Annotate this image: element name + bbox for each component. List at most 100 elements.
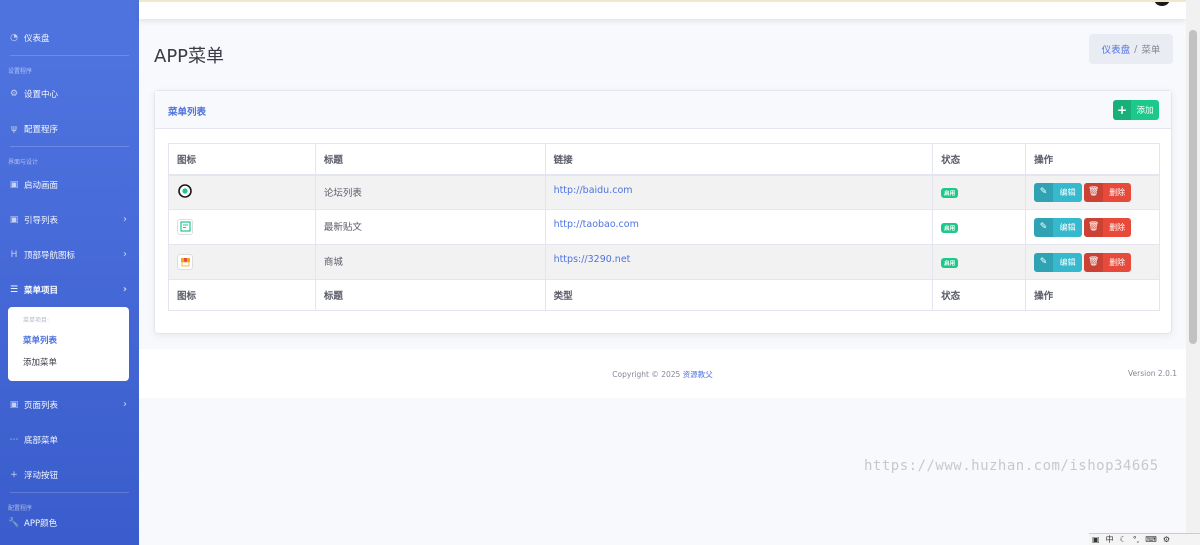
column-header-title[interactable]: 标题: [314, 143, 546, 176]
page-title: APP菜单: [154, 46, 225, 67]
edit-button[interactable]: ✎ 编辑: [1034, 217, 1083, 237]
sidebar-item-label: 配置程序: [24, 124, 59, 135]
sidebar-item-label: 设置中心: [24, 89, 59, 100]
sidebar-item-label: 底部菜单: [24, 435, 59, 446]
row-link[interactable]: https://3290.net: [544, 244, 934, 280]
row-status-cell: 启用: [932, 244, 1027, 280]
card-header: 菜单列表 + 添加: [155, 91, 1171, 129]
sidebar-item-app-colors[interactable]: 🔧 APP颜色: [0, 513, 139, 533]
row-icon-cell: [168, 244, 316, 280]
column-header-link[interactable]: 链接: [544, 143, 934, 176]
copyright: Copyright © 2025 资源教父: [139, 369, 1186, 380]
sidebar-item-config[interactable]: ψ 配置程序: [0, 111, 139, 146]
row-link[interactable]: http://taobao.com: [544, 209, 934, 245]
edit-button[interactable]: ✎ 编辑: [1034, 182, 1083, 202]
card-title: 菜单列表: [168, 107, 207, 118]
sidebar-item-float-button[interactable]: + 浮动按钮: [0, 457, 139, 492]
delete-button[interactable]: 🗑 删除: [1084, 217, 1132, 237]
breadcrumb-separator: /: [1134, 43, 1138, 55]
copy-icon: ▣: [9, 214, 19, 225]
breadcrumb: 仪表盘 / 菜单: [1089, 34, 1173, 64]
ime-moon-icon[interactable]: ☾: [1120, 535, 1127, 544]
column-header-actions[interactable]: 操作: [1025, 143, 1160, 176]
delete-button-label: 删除: [1109, 187, 1126, 197]
edit-button-label: 编辑: [1059, 222, 1076, 232]
sidebar-item-label: 页面列表: [24, 400, 59, 411]
shop-icon: [177, 253, 193, 270]
pencil-icon: ✎: [1034, 217, 1054, 237]
submenu-item-add-menu[interactable]: 添加菜单: [8, 352, 129, 374]
sidebar-item-splash[interactable]: ▣ 启动画面: [0, 167, 139, 202]
row-title: 最新贴文: [314, 209, 546, 245]
sidebar-item-menu-items[interactable]: ☰ 菜单项目 ›: [0, 272, 139, 307]
sidebar-heading: 配置程序: [8, 505, 33, 512]
delete-button-label: 删除: [1109, 257, 1126, 267]
row-actions-cell: ✎ 编辑 🗑 删除: [1025, 209, 1160, 245]
status-badge: 启用: [941, 187, 959, 198]
edit-button[interactable]: ✎ 编辑: [1034, 252, 1083, 272]
sidebar-item-top-nav-icons[interactable]: H 顶部导航图标 ›: [0, 237, 139, 272]
cogs-icon: ⚙: [9, 88, 19, 99]
ime-settings-icon[interactable]: ⚙: [1163, 535, 1170, 544]
ime-mode-icon[interactable]: ▣: [1092, 535, 1100, 544]
sidebar-item-label: 浮动按钮: [24, 470, 59, 481]
row-actions-cell: ✎ 编辑 🗑 删除: [1025, 174, 1160, 210]
chevron-right-icon: ›: [123, 249, 127, 260]
copy-icon: ▣: [9, 399, 19, 410]
row-link[interactable]: http://baidu.com: [544, 174, 934, 210]
copyright-text: Copyright © 2025: [612, 370, 681, 379]
pencil-icon: ✎: [1034, 182, 1054, 202]
trash-icon: 🗑: [1084, 182, 1104, 202]
plug-icon: ψ: [11, 123, 17, 134]
trash-icon: 🗑: [1084, 252, 1104, 272]
column-footer-icon: 图标: [168, 279, 316, 311]
trash-icon: 🗑: [1084, 217, 1104, 237]
column-header-status[interactable]: 状态: [932, 143, 1027, 176]
heading-icon: H: [10, 249, 18, 260]
list-icon: ☰: [9, 284, 19, 295]
submenu-item-menu-list[interactable]: 菜单列表: [8, 330, 129, 352]
add-menu-button[interactable]: + 添加: [1113, 100, 1159, 120]
brand-link[interactable]: 资源教父: [683, 370, 713, 379]
column-footer-type: 类型: [544, 279, 934, 311]
pencil-icon: ✎: [1034, 252, 1054, 272]
delete-button[interactable]: 🗑 删除: [1084, 182, 1132, 202]
ime-language-label[interactable]: 中: [1106, 534, 1114, 545]
status-badge: 启用: [941, 222, 959, 233]
table-footer-row: 图标 标题 类型 状态 操作: [168, 279, 1160, 311]
row-title: 商城: [314, 244, 546, 280]
ellipsis-icon: ⋯: [9, 434, 19, 445]
scrollbar-thumb[interactable]: [1189, 30, 1197, 344]
submenu-menu-items: 菜单项目: 菜单列表 添加菜单: [8, 307, 129, 381]
edit-button-label: 编辑: [1059, 257, 1076, 267]
delete-button-label: 删除: [1109, 222, 1126, 232]
sidebar-item-label: 顶部导航图标: [24, 250, 76, 261]
table-row: 论坛列表 http://baidu.com 启用 ✎ 编辑 🗑 删除: [168, 174, 1160, 210]
sidebar-item-settings[interactable]: ⚙ 设置中心: [0, 76, 139, 111]
plus-icon: +: [10, 469, 18, 480]
delete-button[interactable]: 🗑 删除: [1084, 252, 1132, 272]
row-icon-cell: [168, 209, 316, 245]
row-icon-cell: [168, 174, 316, 210]
chevron-right-icon: ›: [123, 399, 127, 410]
edit-button-label: 编辑: [1059, 187, 1076, 197]
chat-bubble-icon: [177, 183, 193, 199]
ime-toolbar: ▣ 中 ☾ °, ⌨ ⚙: [1089, 533, 1200, 545]
sidebar-item-bottom-menu[interactable]: ⋯ 底部菜单: [0, 422, 139, 457]
plus-icon: +: [1113, 100, 1131, 120]
sidebar-item-dashboard[interactable]: ◔ 仪表盘: [0, 20, 139, 55]
sidebar: ◔ 仪表盘 设置程序 ⚙ 设置中心 ψ 配置程序 界面与设计 ▣ 启动画面 ▣ …: [0, 0, 139, 545]
breadcrumb-current: 菜单: [1141, 45, 1161, 56]
breadcrumb-home-link[interactable]: 仪表盘: [1102, 42, 1131, 56]
wrench-icon: 🔧: [8, 518, 20, 528]
ime-keyboard-icon[interactable]: ⌨: [1145, 535, 1157, 544]
column-footer-status: 状态: [932, 279, 1027, 311]
page-scrollbar[interactable]: [1186, 0, 1200, 545]
topbar-accent-line: [139, 0, 1186, 2]
ime-punct-icon[interactable]: °,: [1133, 535, 1140, 544]
table-row: 商城 https://3290.net 启用 ✎ 编辑 🗑 删除: [168, 244, 1160, 280]
sidebar-item-guide-list[interactable]: ▣ 引导列表 ›: [0, 202, 139, 237]
copy-icon: ▣: [9, 179, 19, 190]
sidebar-item-page-list[interactable]: ▣ 页面列表 ›: [0, 387, 139, 422]
column-header-icon[interactable]: 图标: [168, 143, 316, 176]
